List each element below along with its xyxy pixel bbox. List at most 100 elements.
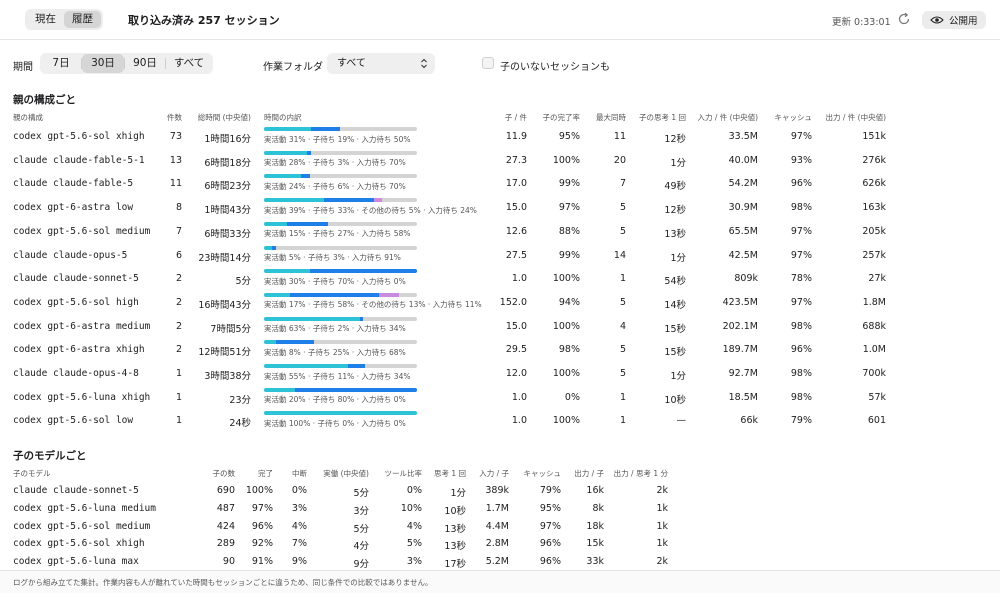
period-all[interactable]: すべて — [166, 54, 212, 73]
max-concurrent: 5 — [619, 225, 626, 237]
output-per-session: 1.0M — [862, 344, 886, 356]
child-cache-rate: 97% — [539, 520, 561, 532]
period-selector: 7日 30日 90日 すべて — [40, 53, 213, 74]
time-breakdown-caption: 実活動 17% · 子待ち 58% · その他の待ち 13% · 入力待ち 11… — [264, 300, 482, 310]
cache-rate: 97% — [790, 131, 812, 142]
child-count: 289 — [216, 538, 235, 550]
bar-segment-active — [264, 340, 277, 345]
max-concurrent: 20 — [613, 154, 626, 166]
child-completion-rate: 100% — [552, 320, 580, 332]
parent-config-name: codex gpt-6-astra xhigh — [13, 344, 145, 356]
child-tool-ratio: 4% — [406, 520, 422, 532]
col-rate-header: 子の完了率 — [542, 113, 581, 122]
time-breakdown-bar — [264, 387, 417, 392]
child-think-time: — — [676, 415, 687, 427]
time-breakdown-bar — [264, 269, 417, 274]
child-think-time: 1分 — [670, 157, 686, 169]
child-output: 8k — [592, 502, 604, 514]
input-per-session: 423.5M — [722, 296, 758, 308]
max-concurrent: 1 — [619, 415, 626, 427]
col-per-header: 子 / 件 — [504, 113, 527, 122]
cache-rate: 98% — [790, 391, 812, 403]
child-cache-rate: 96% — [539, 538, 561, 550]
time-breakdown-bar — [264, 245, 417, 250]
period-90d[interactable]: 90日 — [125, 54, 165, 73]
folder-select-value: すべて — [337, 58, 366, 69]
top-bar: 現在 履歴 取り込み済み 257 セッション 更新 0:33:01 公開用 — [0, 0, 1000, 40]
folder-select[interactable]: すべて — [327, 53, 435, 74]
children-per-session: 27.5 — [505, 249, 527, 261]
parent-config-name: codex gpt-6-astra low — [13, 202, 134, 214]
bar-segment-active — [264, 198, 324, 203]
bar-segment-active — [264, 411, 417, 416]
col-breakdown-header: 時間の内訳 — [264, 113, 302, 122]
parent-total-time: 23時間14分 — [198, 252, 251, 264]
time-breakdown-bar — [264, 411, 417, 416]
input-per-session: 33.5M — [728, 131, 758, 142]
time-breakdown-bar — [264, 198, 417, 203]
child-think-time: 49秒 — [664, 181, 686, 193]
col-output-header: 出力 / 件 (中央値) — [825, 113, 886, 122]
childless-checkbox[interactable] — [482, 57, 494, 69]
tab-current[interactable]: 現在 — [27, 11, 64, 28]
public-view-label: 公開用 — [949, 16, 978, 27]
child-done-rate: 97% — [251, 502, 273, 514]
bar-segment-child — [348, 364, 365, 368]
parent-total-time: 12時間51分 — [198, 347, 251, 359]
child-input: 5.2M — [485, 556, 509, 568]
parent-count: 2 — [175, 344, 182, 356]
child-completion-rate: 98% — [558, 344, 580, 356]
child-work-time: 5分 — [353, 523, 369, 535]
col-tool-header: ツール比率 — [384, 469, 423, 478]
children-per-session: 12.6 — [505, 225, 527, 237]
output-per-session: 688k — [862, 320, 886, 332]
parent-total-time: 3時間38分 — [204, 371, 251, 382]
cache-rate: 79% — [790, 415, 812, 427]
childless-label: 子のいないセッションも — [500, 62, 610, 73]
max-concurrent: 14 — [613, 249, 626, 261]
period-7d[interactable]: 7日 — [41, 54, 81, 73]
max-concurrent: 5 — [619, 202, 626, 214]
tab-history[interactable]: 履歴 — [64, 11, 101, 28]
child-abort-rate: 9% — [291, 556, 307, 568]
bar-segment-active — [264, 364, 349, 368]
children-per-session: 1.0 — [511, 273, 527, 285]
time-breakdown-bar — [264, 364, 417, 368]
child-cache-rate: 96% — [539, 556, 561, 568]
child-completion-rate: 94% — [558, 296, 580, 308]
parents-section-title: 親の構成ごと — [13, 94, 76, 106]
period-label: 期間 — [13, 62, 33, 73]
col-think-header: 思考 1 回 — [433, 469, 466, 478]
output-per-session: 205k — [862, 225, 886, 237]
time-breakdown-caption: 実活動 30% · 子待ち 70% · 入力待ち 0% — [264, 276, 406, 286]
time-breakdown-caption: 実活動 31% · 子待ち 19% · 入力待ち 50% — [264, 134, 411, 144]
child-think-time: 13秒 — [664, 228, 686, 240]
parent-total-time: 5分 — [235, 276, 251, 288]
child-think-time: 14秒 — [664, 299, 686, 311]
cache-rate: 96% — [790, 178, 812, 190]
refresh-icon[interactable] — [897, 12, 911, 26]
parent-config-name: codex gpt-5.6-sol medium — [13, 225, 151, 237]
child-work-time: 4分 — [353, 541, 369, 553]
col-child-model-header: 子のモデル — [13, 469, 51, 478]
child-abort-rate: 0% — [291, 485, 307, 496]
col-max-header: 最大同時 — [596, 113, 626, 122]
bar-segment-other — [374, 198, 382, 203]
parent-count: 1 — [175, 391, 182, 403]
parent-count: 7 — [175, 225, 182, 237]
parent-total-time: 7時間5分 — [210, 323, 251, 335]
bar-segment-child — [323, 198, 375, 203]
bar-segment-child — [286, 221, 329, 226]
parent-count: 2 — [175, 296, 182, 308]
parent-count: 6 — [175, 249, 182, 261]
child-completion-rate: 88% — [558, 225, 580, 237]
bar-segment-active — [264, 269, 310, 274]
period-30d[interactable]: 30日 — [82, 54, 124, 73]
children-per-session: 27.3 — [505, 154, 527, 166]
input-per-session: 54.2M — [728, 178, 758, 190]
child-tool-ratio: 5% — [406, 538, 422, 550]
public-view-button[interactable]: 公開用 — [922, 11, 986, 29]
child-think-time: 17秒 — [444, 559, 466, 571]
child-tool-ratio: 10% — [400, 502, 422, 514]
max-concurrent: 1 — [619, 273, 626, 285]
